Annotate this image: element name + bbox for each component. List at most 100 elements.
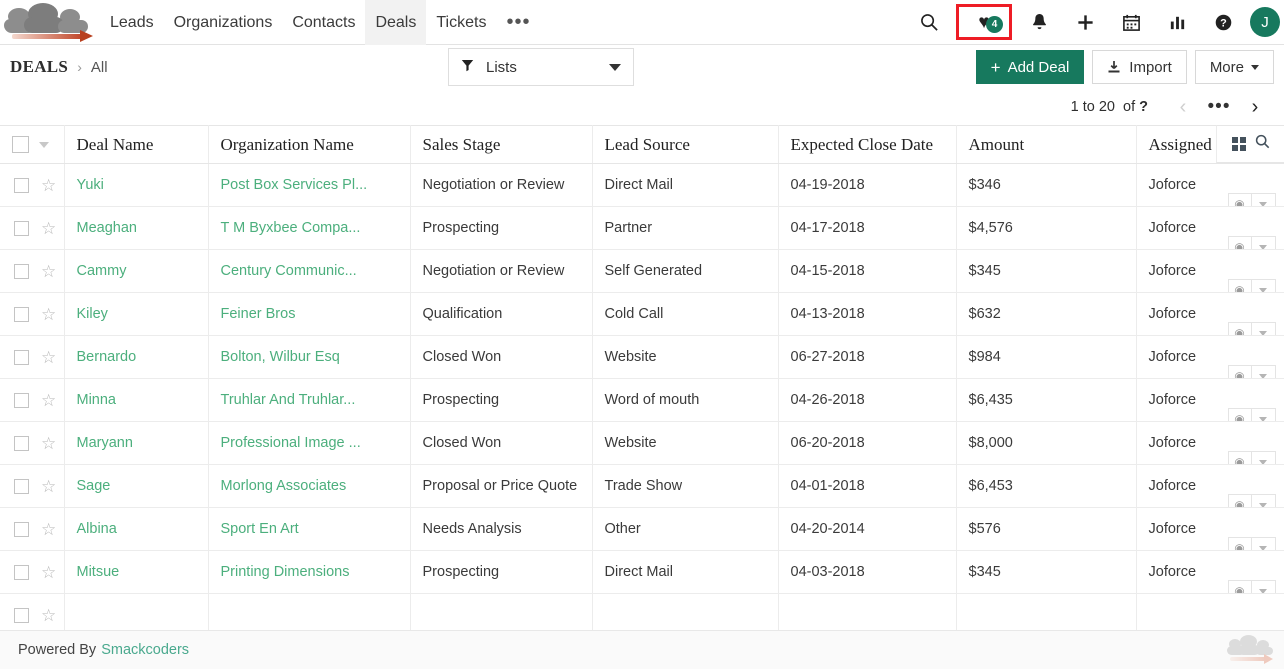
favorite-star-icon[interactable]: ☆ (41, 349, 56, 366)
preview-button[interactable]: ◉ (1228, 365, 1252, 379)
row-menu-button[interactable] (1252, 279, 1276, 293)
pagination-prev-button[interactable]: ‹ (1166, 92, 1200, 122)
organization-name-link[interactable]: Bolton, Wilbur Esq (221, 349, 340, 365)
table-row[interactable]: ☆YukiPost Box Services Pl...Negotiation … (0, 164, 1284, 207)
nav-item-deals[interactable]: Deals (365, 0, 426, 45)
column-header-amount[interactable]: Amount (956, 126, 1136, 164)
organization-name-link[interactable]: Century Communic... (221, 263, 357, 279)
nav-item-leads[interactable]: Leads (100, 0, 164, 45)
add-icon[interactable] (1062, 0, 1108, 45)
deal-name-link[interactable]: Mitsue (77, 564, 120, 580)
row-checkbox[interactable] (14, 565, 29, 580)
notifications-icon[interactable] (1016, 0, 1062, 45)
select-all-checkbox[interactable] (12, 136, 29, 153)
row-menu-button[interactable] (1252, 494, 1276, 508)
favorites-button[interactable]: ♥ 4 (956, 4, 1012, 40)
help-icon[interactable]: ? (1200, 0, 1246, 45)
deal-name-link[interactable]: Cammy (77, 263, 127, 279)
analytics-icon[interactable] (1154, 0, 1200, 45)
table-row[interactable]: ☆MeaghanT M Byxbee Compa...ProspectingPa… (0, 207, 1284, 250)
table-row[interactable]: ☆CammyCentury Communic...Negotiation or … (0, 250, 1284, 293)
row-checkbox[interactable] (14, 479, 29, 494)
nav-item-organizations[interactable]: Organizations (164, 0, 283, 45)
favorite-star-icon[interactable]: ☆ (41, 263, 56, 280)
preview-button[interactable]: ◉ (1228, 537, 1252, 551)
row-menu-button[interactable] (1252, 537, 1276, 551)
preview-button[interactable]: ◉ (1228, 580, 1252, 594)
chevron-down-icon[interactable] (39, 142, 49, 148)
row-menu-button[interactable] (1252, 365, 1276, 379)
deal-name-link[interactable]: Minna (77, 392, 117, 408)
favorite-star-icon[interactable]: ☆ (41, 177, 56, 194)
deal-name-link[interactable]: Albina (77, 521, 117, 537)
preview-button[interactable]: ◉ (1228, 408, 1252, 422)
column-header-lead-source[interactable]: Lead Source (592, 126, 778, 164)
favorite-star-icon[interactable]: ☆ (41, 607, 56, 624)
row-checkbox[interactable] (14, 608, 29, 623)
organization-name-link[interactable]: Feiner Bros (221, 306, 296, 322)
row-menu-button[interactable] (1252, 193, 1276, 207)
favorite-star-icon[interactable]: ☆ (41, 521, 56, 538)
preview-button[interactable]: ◉ (1228, 322, 1252, 336)
row-checkbox[interactable] (14, 350, 29, 365)
favorite-star-icon[interactable]: ☆ (41, 478, 56, 495)
deal-name-link[interactable]: Meaghan (77, 220, 137, 236)
column-header-organization-name[interactable]: Organization Name (208, 126, 410, 164)
row-menu-button[interactable] (1252, 408, 1276, 422)
organization-name-link[interactable]: Professional Image ... (221, 435, 361, 451)
row-menu-button[interactable] (1252, 236, 1276, 250)
breadcrumb-view[interactable]: All (91, 59, 108, 76)
preview-button[interactable]: ◉ (1228, 236, 1252, 250)
row-checkbox[interactable] (14, 436, 29, 451)
row-menu-button[interactable] (1252, 451, 1276, 465)
nav-more-icon[interactable]: ••• (496, 3, 540, 41)
import-button[interactable]: Import (1092, 50, 1187, 84)
pagination-next-button[interactable]: › (1238, 92, 1272, 122)
user-avatar[interactable]: J (1250, 7, 1280, 37)
nav-item-contacts[interactable]: Contacts (282, 0, 365, 45)
organization-name-link[interactable]: Morlong Associates (221, 478, 347, 494)
table-row[interactable]: ☆AlbinaSport En ArtNeeds AnalysisOther04… (0, 508, 1284, 551)
joforce-logo[interactable] (4, 0, 100, 45)
favorite-star-icon[interactable]: ☆ (41, 564, 56, 581)
row-checkbox[interactable] (14, 307, 29, 322)
table-row[interactable]: ☆SageMorlong AssociatesProposal or Price… (0, 465, 1284, 508)
deal-name-link[interactable]: Bernardo (77, 349, 137, 365)
row-checkbox[interactable] (14, 522, 29, 537)
organization-name-link[interactable]: Sport En Art (221, 521, 299, 537)
favorite-star-icon[interactable]: ☆ (41, 220, 56, 237)
column-header-deal-name[interactable]: Deal Name (64, 126, 208, 164)
table-row[interactable]: ☆KileyFeiner BrosQualificationCold Call0… (0, 293, 1284, 336)
table-row[interactable]: ☆MaryannProfessional Image ...Closed Won… (0, 422, 1284, 465)
lists-filter-dropdown[interactable]: Lists (448, 48, 634, 86)
favorite-star-icon[interactable]: ☆ (41, 306, 56, 323)
table-row[interactable]: ☆MinnaTruhlar And Truhlar...ProspectingW… (0, 379, 1284, 422)
row-checkbox[interactable] (14, 221, 29, 236)
favorite-star-icon[interactable]: ☆ (41, 435, 56, 452)
favorite-star-icon[interactable]: ☆ (41, 392, 56, 409)
more-button[interactable]: More (1195, 50, 1274, 84)
nav-item-tickets[interactable]: Tickets (426, 0, 496, 45)
deal-name-link[interactable]: Yuki (77, 177, 104, 193)
search-icon[interactable] (906, 0, 952, 45)
table-row[interactable]: ☆BernardoBolton, Wilbur EsqClosed WonWeb… (0, 336, 1284, 379)
deal-name-link[interactable]: Kiley (77, 306, 108, 322)
row-checkbox[interactable] (14, 393, 29, 408)
preview-button[interactable]: ◉ (1228, 279, 1252, 293)
pagination-more-button[interactable]: ••• (1202, 92, 1236, 122)
add-deal-button[interactable]: + Add Deal (976, 50, 1085, 84)
column-header-expected-close-date[interactable]: Expected Close Date (778, 126, 956, 164)
preview-button[interactable]: ◉ (1228, 494, 1252, 508)
row-menu-button[interactable] (1252, 580, 1276, 594)
row-checkbox[interactable] (14, 178, 29, 193)
calendar-icon[interactable] (1108, 0, 1154, 45)
column-header-sales-stage[interactable]: Sales Stage (410, 126, 592, 164)
organization-name-link[interactable]: Truhlar And Truhlar... (221, 392, 356, 408)
organization-name-link[interactable]: Printing Dimensions (221, 564, 350, 580)
row-checkbox[interactable] (14, 264, 29, 279)
preview-button[interactable]: ◉ (1228, 451, 1252, 465)
deal-name-link[interactable]: Maryann (77, 435, 133, 451)
column-chooser-icon[interactable] (1232, 137, 1246, 151)
organization-name-link[interactable]: T M Byxbee Compa... (221, 220, 361, 236)
preview-button[interactable]: ◉ (1228, 193, 1252, 207)
